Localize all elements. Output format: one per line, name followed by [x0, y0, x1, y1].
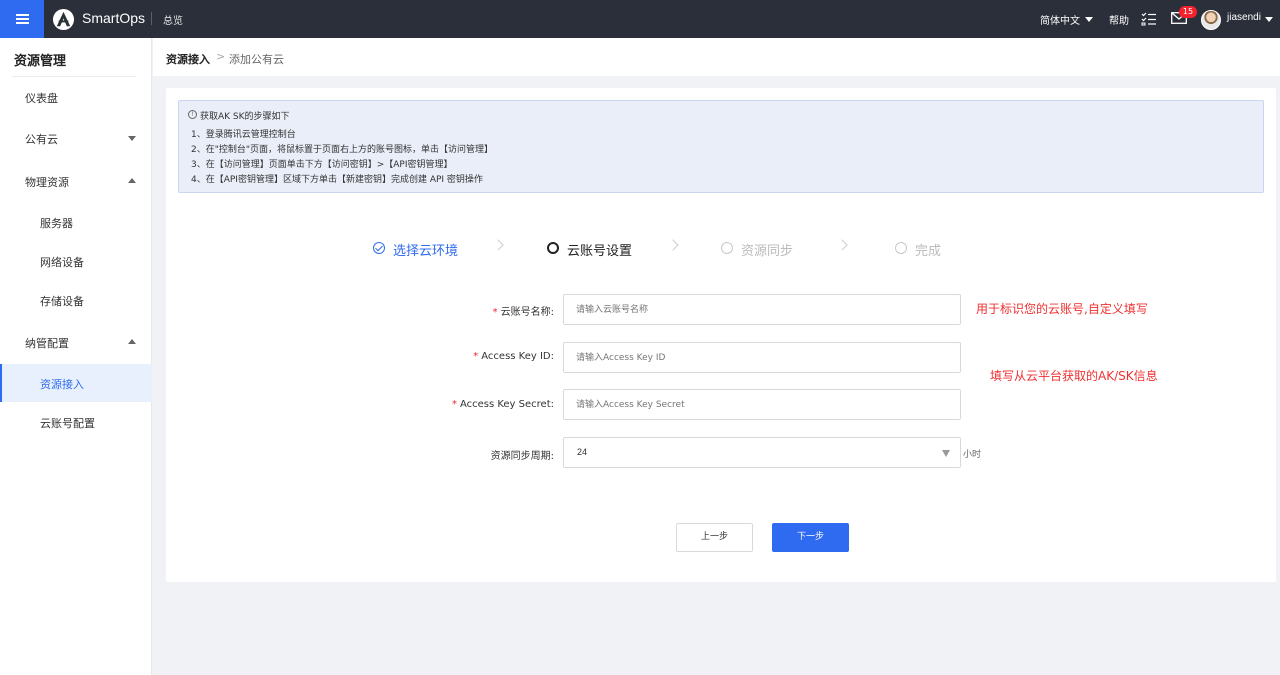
breadcrumb-separator: >	[216, 50, 226, 63]
username-label[interactable]: jiasendi	[1227, 12, 1261, 23]
notice-step-line: 1、登录腾讯云管理控制台	[191, 130, 296, 140]
sidebar-item-managed-config[interactable]: 纳管配置	[0, 323, 152, 361]
chevron-right-icon	[667, 239, 679, 251]
notice-step-line: 2、在"控制台"页面，将鼠标置于页面右上方的账号图标，单击【访问管理】	[191, 145, 494, 155]
pending-step-circle-icon	[895, 242, 907, 254]
sidebar-item-resource-access[interactable]: 资源接入	[0, 364, 152, 402]
help-link[interactable]: 帮助	[1109, 12, 1129, 27]
required-mark: *	[473, 351, 479, 362]
sidebar-item-label: 仪表盘	[25, 92, 58, 105]
menu-toggle-button[interactable]	[0, 0, 44, 38]
sidebar-item-label: 服务器	[40, 217, 73, 230]
sidebar-item-physical-resources[interactable]: 物理资源	[0, 162, 152, 200]
notice-step-line: 4、在【API密钥管理】区域下方单击【新建密钥】完成创建 API 密钥操作	[191, 175, 483, 185]
mail-count-badge: 15	[1179, 6, 1197, 18]
access-key-secret-input[interactable]	[563, 389, 961, 420]
sidebar-item-label: 物理资源	[25, 176, 69, 189]
chevron-up-icon	[128, 339, 136, 344]
sidebar-title: 资源管理	[14, 54, 67, 69]
sidebar: 资源管理 仪表盘 公有云 物理资源 服务器 网络设备 存储设备 纳管配置 资源接…	[0, 38, 152, 675]
language-caret-icon[interactable]	[1085, 17, 1093, 22]
breadcrumb-parent-link[interactable]: 资源接入	[166, 51, 210, 67]
aksk-annotation: 填写从云平台获取的AK/SK信息	[990, 369, 1158, 383]
access-key-secret-label-text: Access Key Secret:	[459, 399, 554, 410]
access-key-id-input[interactable]	[563, 342, 961, 373]
account-name-label: * 云账号名称:	[354, 303, 554, 318]
step-label: 选择云环境	[393, 244, 459, 259]
account-name-annotation: 用于标识您的云账号,自定义填写	[976, 302, 1148, 316]
sidebar-item-label: 存储设备	[40, 295, 84, 308]
notice-step-line: 3、在【访问管理】页面单击下方【访问密钥】>【API密钥管理】	[191, 160, 453, 170]
sync-period-value: 24	[577, 447, 588, 457]
brand-name: SmartOps	[82, 10, 146, 26]
main-card: ! 获取AK SK的步骤如下 1、登录腾讯云管理控制台 2、在"控制台"页面，将…	[166, 88, 1276, 582]
nav-overview-link[interactable]: 总览	[163, 12, 183, 27]
language-selector[interactable]: 简体中文	[1040, 12, 1080, 27]
sidebar-item-servers[interactable]: 服务器	[0, 203, 152, 241]
smartops-logo-icon	[52, 8, 75, 31]
hamburger-icon	[15, 14, 29, 24]
step-label: 完成	[915, 244, 942, 259]
sidebar-divider	[12, 76, 136, 77]
info-icon: !	[188, 110, 197, 119]
sidebar-item-network-devices[interactable]: 网络设备	[0, 242, 152, 280]
step-label: 云账号设置	[567, 244, 633, 259]
next-step-button[interactable]: 下一步	[772, 523, 849, 552]
chevron-down-icon	[128, 136, 136, 141]
access-key-id-label-text: Access Key ID:	[481, 351, 554, 362]
aksk-instructions-notice: ! 获取AK SK的步骤如下 1、登录腾讯云管理控制台 2、在"控制台"页面，将…	[178, 100, 1264, 193]
sidebar-item-label: 公有云	[25, 133, 58, 146]
sync-period-select[interactable]: 24	[563, 437, 961, 468]
previous-step-button[interactable]: 上一步	[676, 523, 753, 552]
sidebar-item-label: 纳管配置	[25, 337, 69, 350]
sidebar-item-label: 云账号配置	[40, 417, 95, 430]
account-name-input[interactable]	[563, 294, 961, 325]
sidebar-item-label: 网络设备	[40, 256, 84, 269]
sidebar-item-cloud-account-config[interactable]: 云账号配置	[0, 403, 152, 441]
chevron-up-icon	[128, 178, 136, 183]
current-step-circle-icon	[547, 242, 559, 254]
sidebar-item-label: 资源接入	[40, 378, 84, 391]
sidebar-item-dashboard[interactable]: 仪表盘	[0, 78, 152, 116]
user-menu-caret-icon[interactable]	[1265, 17, 1273, 22]
sync-period-unit: 小时	[963, 450, 982, 460]
user-avatar[interactable]	[1201, 10, 1221, 30]
required-mark: *	[451, 399, 457, 410]
check-circle-icon	[373, 242, 385, 254]
sync-period-label: 资源同步周期:	[490, 451, 554, 462]
breadcrumb: 资源接入 > 添加公有云	[153, 38, 1280, 76]
task-list-icon[interactable]	[1141, 12, 1157, 26]
account-name-label-text: 云账号名称:	[500, 307, 554, 318]
sidebar-item-storage-devices[interactable]: 存储设备	[0, 281, 152, 319]
chevron-right-icon	[836, 239, 848, 251]
chevron-right-icon	[492, 239, 504, 251]
top-bar: SmartOps 总览 简体中文 帮助 15 jiasendi	[0, 0, 1280, 38]
access-key-secret-label: * Access Key Secret:	[354, 399, 554, 410]
access-key-id-label: * Access Key ID:	[354, 351, 554, 362]
sidebar-item-public-cloud[interactable]: 公有云	[0, 119, 152, 157]
pending-step-circle-icon	[721, 242, 733, 254]
required-mark: *	[492, 307, 498, 318]
breadcrumb-current: 添加公有云	[229, 53, 284, 66]
step-label: 资源同步	[741, 244, 794, 259]
notice-title: 获取AK SK的步骤如下	[200, 112, 290, 122]
dropdown-caret-icon	[942, 450, 950, 457]
brand-divider	[151, 12, 152, 25]
